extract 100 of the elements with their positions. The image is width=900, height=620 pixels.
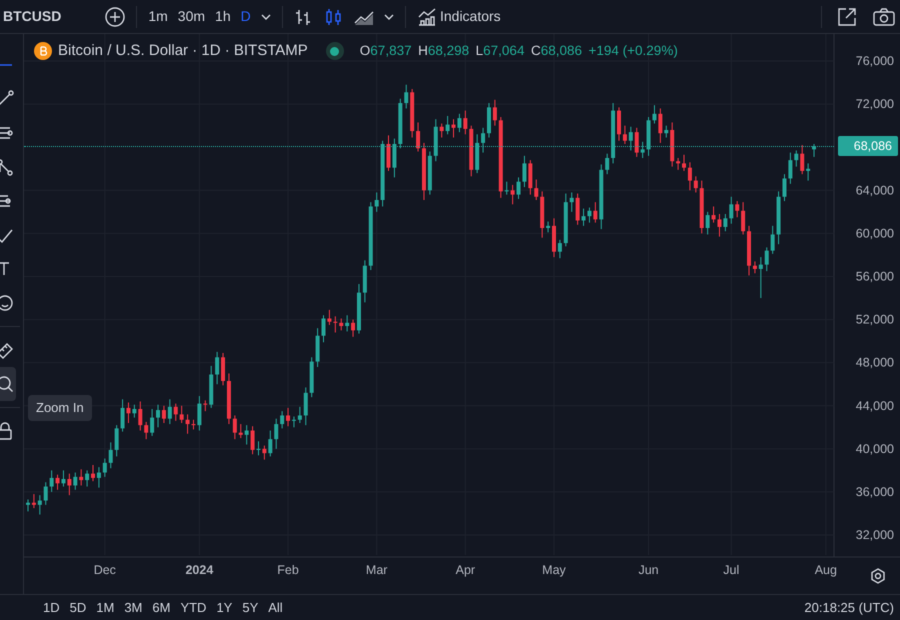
candle: [168, 398, 172, 425]
time-axis-label: 2024: [185, 563, 214, 577]
candle: [528, 160, 532, 196]
candle: [682, 154, 686, 172]
interval-button[interactable]: D: [236, 6, 256, 27]
range-button[interactable]: All: [263, 598, 288, 618]
interval-button[interactable]: 1m: [143, 6, 173, 27]
candle: [593, 202, 598, 224]
candle: [102, 458, 107, 478]
candle: [386, 134, 390, 172]
candle: [362, 260, 367, 303]
candle: [617, 106, 621, 142]
candle: [534, 179, 538, 200]
plus-icon: [105, 6, 126, 26]
last-price-badge: 68,086: [838, 136, 898, 156]
candle: [96, 466, 101, 488]
clock: 20:18:25 (UTC): [804, 598, 894, 617]
time-axis-label: Feb: [277, 563, 299, 577]
candle: [552, 218, 556, 258]
candle: [298, 406, 302, 424]
range-button[interactable]: 1Y: [211, 598, 238, 618]
range-button[interactable]: 5Y: [237, 598, 264, 618]
price-axis-label: 72,000: [856, 97, 894, 112]
ohlc-value: O67,837: [360, 42, 412, 60]
range-button[interactable]: 6M: [147, 598, 176, 618]
caret-icon: [260, 14, 271, 20]
candle: [723, 214, 728, 232]
candle: [800, 144, 804, 175]
candle: [434, 118, 438, 162]
candle: [203, 400, 208, 412]
coin-icon: [34, 42, 52, 60]
interval-button[interactable]: 1h: [210, 6, 236, 27]
time-axis-label: Jun: [638, 563, 659, 577]
candle: [256, 440, 260, 456]
candle: [91, 464, 95, 482]
candle: [700, 180, 704, 234]
candle: [138, 400, 142, 432]
price-change: +194 (+0.29%): [588, 42, 678, 60]
candle: [806, 162, 810, 182]
symbol-name[interactable]: BTCUSD: [0, 6, 62, 27]
candle: [268, 430, 272, 457]
drawing-tool-button[interactable]: [0, 367, 16, 401]
candle: [546, 221, 550, 233]
candle: [244, 424, 249, 446]
candle: [333, 316, 338, 333]
candle: [694, 176, 698, 193]
market-status-icon: [326, 42, 344, 60]
candle: [398, 98, 402, 149]
candle: [729, 196, 734, 224]
price-axis-label: 52,000: [856, 312, 894, 327]
dash-icon: [0, 64, 12, 66]
ohlc-value: L67,064: [476, 42, 524, 60]
candle: [150, 408, 154, 436]
candle: [628, 126, 633, 151]
interval-button[interactable]: 30m: [172, 6, 210, 27]
candle: [262, 445, 266, 460]
candle: [85, 470, 90, 488]
candle: [67, 473, 72, 496]
indicators-button[interactable]: Indicators: [412, 4, 506, 28]
candle: [688, 162, 692, 191]
price-axis-label: 64,000: [856, 183, 894, 198]
range-button[interactable]: 3M: [119, 598, 148, 618]
candle: [310, 356, 314, 398]
candle: [788, 152, 792, 184]
ohlc-value: H68,298: [418, 42, 470, 60]
range-button[interactable]: YTD: [175, 598, 212, 618]
price-axis-label: 60,000: [856, 226, 894, 240]
candle: [564, 193, 568, 247]
range-button[interactable]: 1M: [91, 598, 120, 618]
ruler-icon: [0, 341, 14, 359]
price-axis-label: 56,000: [856, 269, 894, 284]
candle: [492, 99, 497, 126]
candle: [38, 494, 42, 516]
candle: [605, 153, 610, 175]
range-button[interactable]: 1D: [38, 598, 65, 618]
share-icon: [836, 6, 856, 26]
candle: [812, 143, 816, 158]
candle: [327, 309, 332, 326]
range-button[interactable]: 5D: [64, 598, 92, 618]
candle: [197, 396, 202, 432]
candle: [540, 190, 544, 238]
candle: [558, 239, 562, 259]
candle: [108, 442, 113, 469]
time-axis-label: Dec: [94, 563, 116, 577]
price-axis-label: 40,000: [856, 442, 894, 456]
candle: [114, 424, 119, 457]
price-axis-label: 48,000: [856, 356, 894, 370]
candle: [735, 200, 740, 218]
candle: [676, 158, 680, 170]
candle: [209, 365, 214, 408]
time-axis-label: Mar: [366, 563, 388, 577]
candle: [611, 102, 616, 164]
candle: [180, 405, 184, 424]
settings-icon[interactable]: [871, 568, 885, 584]
pattern-icon: [0, 158, 14, 176]
candle: [640, 141, 645, 158]
candle: [794, 150, 798, 168]
time-axis-label: Jul: [723, 563, 740, 577]
candle: [475, 134, 480, 174]
tooltip: Zoom In: [28, 395, 92, 420]
